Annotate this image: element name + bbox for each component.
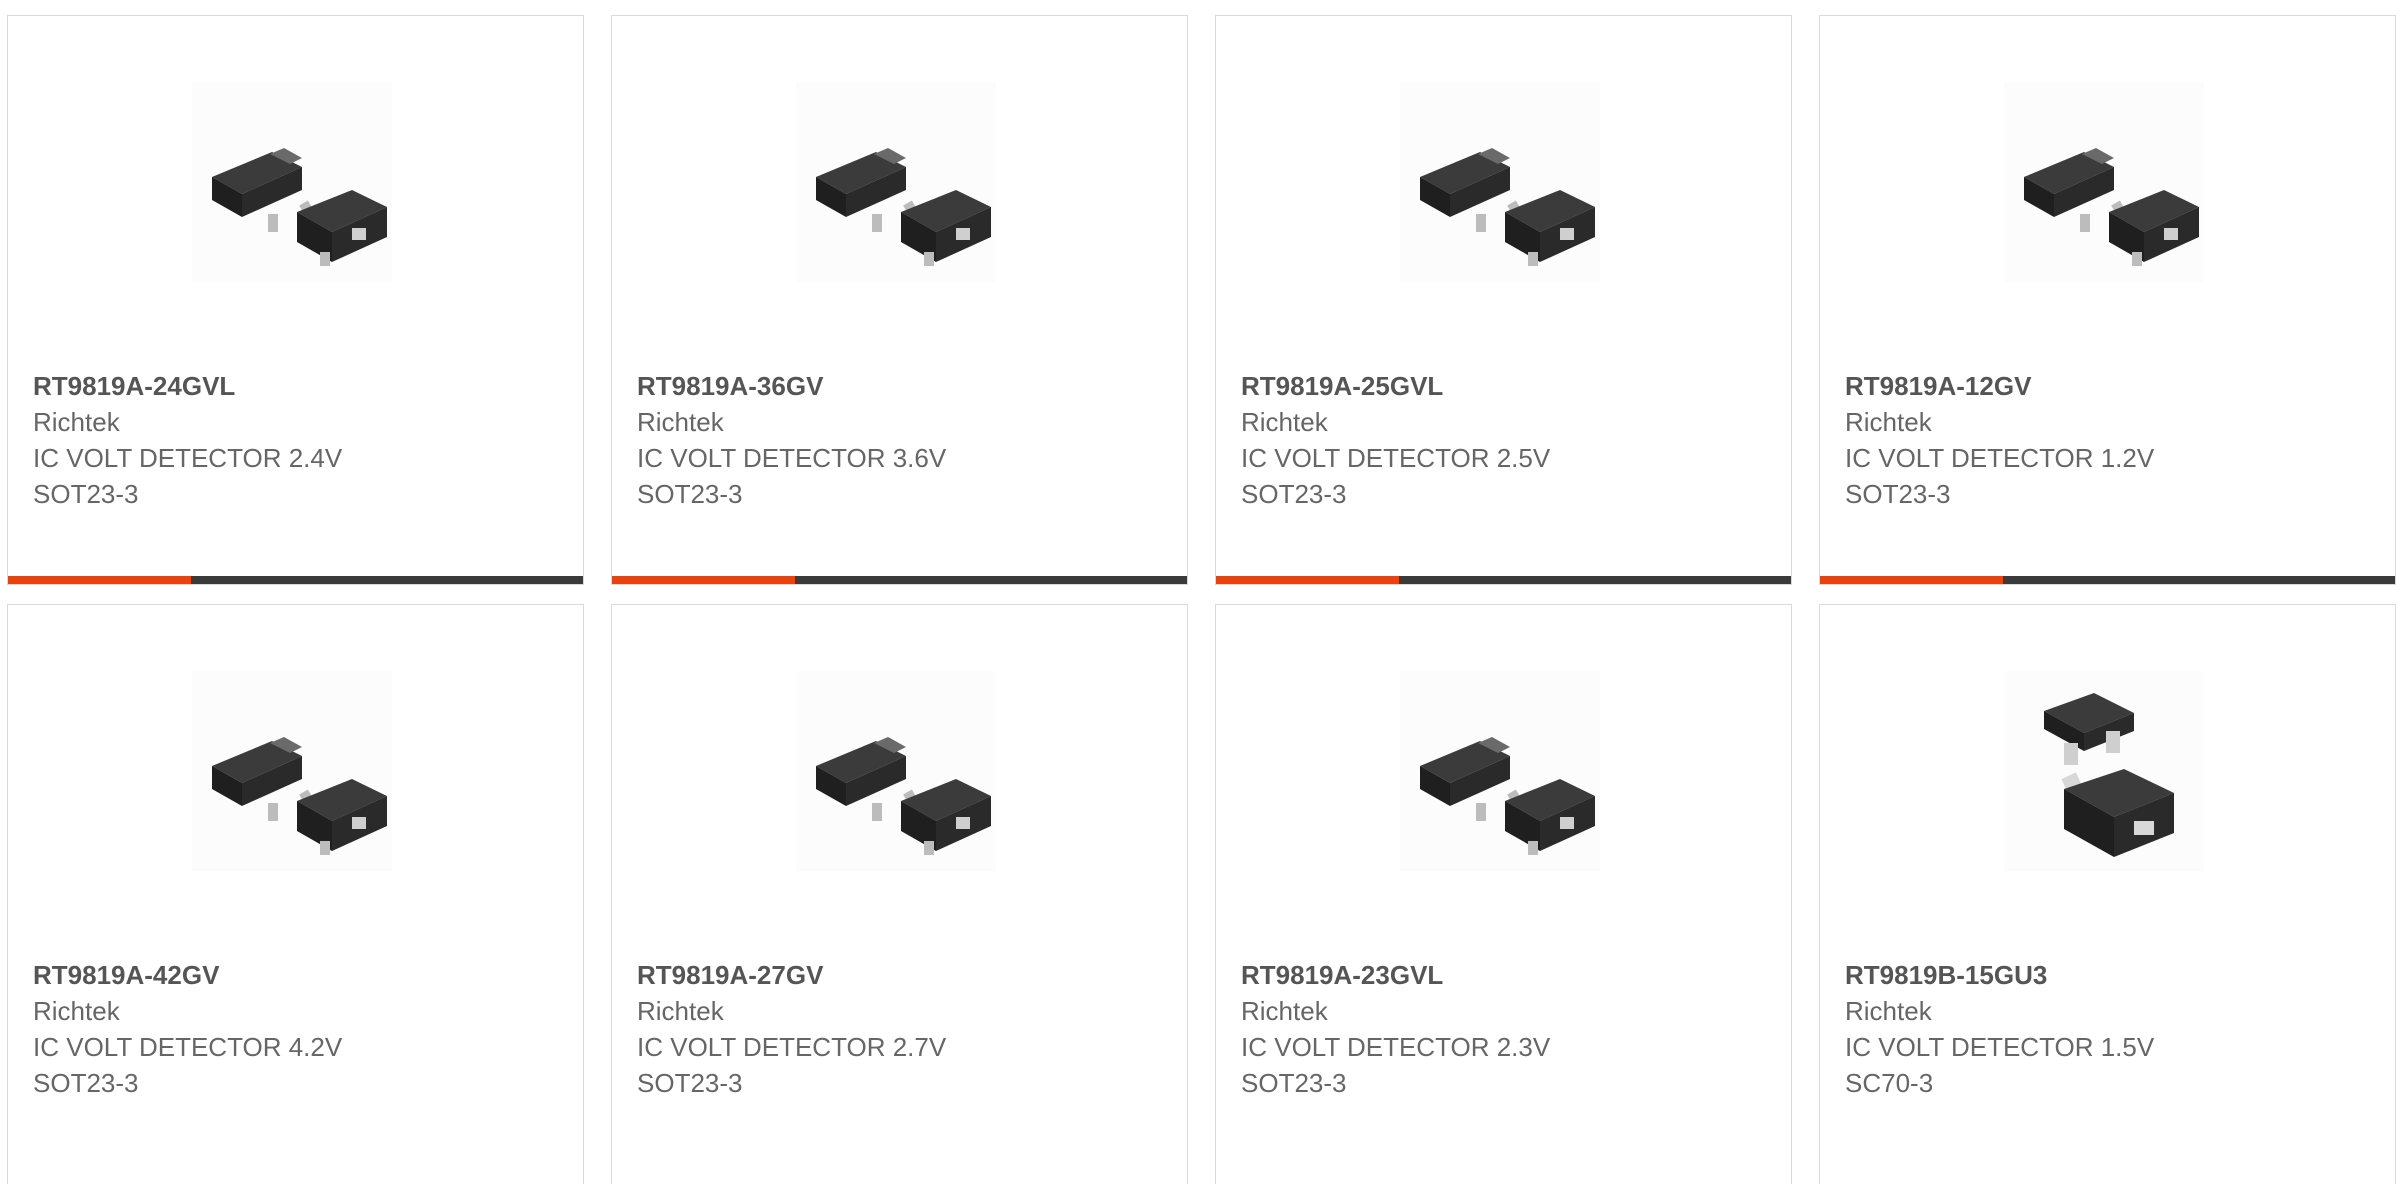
sot23-package-icon bbox=[212, 148, 387, 266]
manufacturer: Richtek bbox=[33, 996, 120, 1026]
product-card[interactable]: RT9819B-15GU3 Richtek IC VOLT DETECTOR 1… bbox=[1819, 604, 2396, 1184]
sc70-package-icon bbox=[2044, 693, 2174, 857]
package-type: SOT23-3 bbox=[637, 1068, 743, 1098]
part-number[interactable]: RT9819A-42GV bbox=[33, 957, 563, 993]
product-grid: RT9819A-24GVL Richtek IC VOLT DETECTOR 2… bbox=[0, 0, 2400, 1184]
manufacturer: Richtek bbox=[1845, 407, 1932, 437]
part-number[interactable]: RT9819A-25GVL bbox=[1241, 368, 1771, 404]
product-image bbox=[796, 671, 996, 871]
product-image bbox=[2004, 82, 2204, 282]
sot23-package-icon bbox=[1420, 737, 1595, 855]
card-bottom-bar bbox=[8, 576, 583, 584]
product-card[interactable]: RT9819A-24GVL Richtek IC VOLT DETECTOR 2… bbox=[7, 15, 584, 585]
package-type: SOT23-3 bbox=[637, 479, 743, 509]
part-number[interactable]: RT9819A-23GVL bbox=[1241, 957, 1771, 993]
card-bottom-bar bbox=[612, 576, 1187, 584]
part-number[interactable]: RT9819A-36GV bbox=[637, 368, 1167, 404]
sot23-package-icon bbox=[212, 737, 387, 855]
accent-bar bbox=[8, 576, 191, 584]
description: IC VOLT DETECTOR 1.5V bbox=[1845, 1032, 2155, 1062]
description: IC VOLT DETECTOR 2.3V bbox=[1241, 1032, 1551, 1062]
accent-bar bbox=[1820, 576, 2003, 584]
sot23-package-icon bbox=[816, 737, 991, 855]
product-image bbox=[192, 82, 392, 282]
manufacturer: Richtek bbox=[1241, 407, 1328, 437]
accent-bar bbox=[1216, 576, 1399, 584]
description: IC VOLT DETECTOR 4.2V bbox=[33, 1032, 343, 1062]
accent-bar bbox=[612, 576, 795, 584]
part-number[interactable]: RT9819A-27GV bbox=[637, 957, 1167, 993]
product-card[interactable]: RT9819A-42GV Richtek IC VOLT DETECTOR 4.… bbox=[7, 604, 584, 1184]
description: IC VOLT DETECTOR 2.5V bbox=[1241, 443, 1551, 473]
product-card[interactable]: RT9819A-27GV Richtek IC VOLT DETECTOR 2.… bbox=[611, 604, 1188, 1184]
package-type: SOT23-3 bbox=[33, 1068, 139, 1098]
product-card[interactable]: RT9819A-25GVL Richtek IC VOLT DETECTOR 2… bbox=[1215, 15, 1792, 585]
description: IC VOLT DETECTOR 3.6V bbox=[637, 443, 947, 473]
card-bottom-bar bbox=[1820, 576, 2395, 584]
description: IC VOLT DETECTOR 2.4V bbox=[33, 443, 343, 473]
package-type: SOT23-3 bbox=[1241, 1068, 1347, 1098]
package-type: SOT23-3 bbox=[1241, 479, 1347, 509]
product-image bbox=[192, 671, 392, 871]
description: IC VOLT DETECTOR 2.7V bbox=[637, 1032, 947, 1062]
manufacturer: Richtek bbox=[33, 407, 120, 437]
manufacturer: Richtek bbox=[637, 996, 724, 1026]
product-card[interactable]: RT9819A-12GV Richtek IC VOLT DETECTOR 1.… bbox=[1819, 15, 2396, 585]
description: IC VOLT DETECTOR 1.2V bbox=[1845, 443, 2155, 473]
part-number[interactable]: RT9819A-24GVL bbox=[33, 368, 563, 404]
package-type: SOT23-3 bbox=[33, 479, 139, 509]
card-bottom-bar bbox=[1216, 576, 1791, 584]
manufacturer: Richtek bbox=[637, 407, 724, 437]
manufacturer: Richtek bbox=[1845, 996, 1932, 1026]
sot23-package-icon bbox=[2024, 148, 2199, 266]
part-number[interactable]: RT9819B-15GU3 bbox=[1845, 957, 2375, 993]
product-card[interactable]: RT9819A-36GV Richtek IC VOLT DETECTOR 3.… bbox=[611, 15, 1188, 585]
package-type: SC70-3 bbox=[1845, 1068, 1934, 1098]
sot23-package-icon bbox=[1420, 148, 1595, 266]
product-image bbox=[1400, 671, 1600, 871]
sot23-package-icon bbox=[816, 148, 991, 266]
part-number[interactable]: RT9819A-12GV bbox=[1845, 368, 2375, 404]
product-card[interactable]: RT9819A-23GVL Richtek IC VOLT DETECTOR 2… bbox=[1215, 604, 1792, 1184]
product-image bbox=[1400, 82, 1600, 282]
package-type: SOT23-3 bbox=[1845, 479, 1951, 509]
manufacturer: Richtek bbox=[1241, 996, 1328, 1026]
product-image bbox=[796, 82, 996, 282]
product-image bbox=[2004, 671, 2204, 871]
